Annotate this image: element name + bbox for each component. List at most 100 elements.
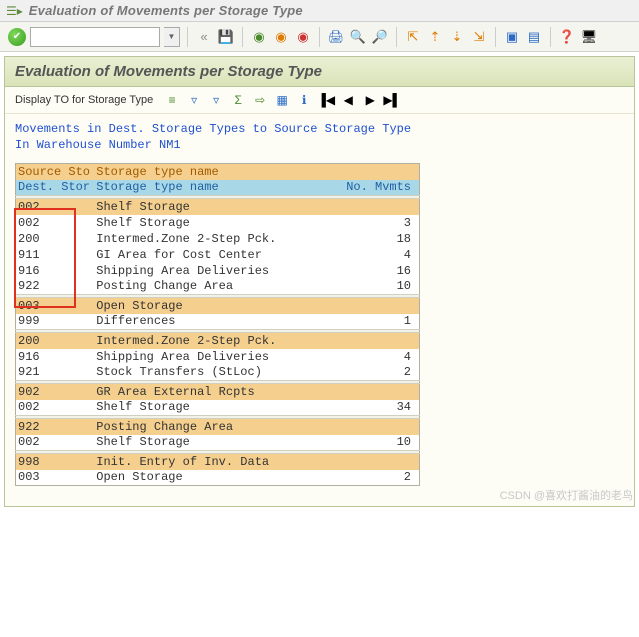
row-code: 922 <box>16 279 95 295</box>
nav-last-icon[interactable]: ▶▌ <box>383 91 401 109</box>
sort-asc-icon[interactable]: ▿ <box>185 91 203 109</box>
row-mvmts: 4 <box>337 247 420 263</box>
row-name: Open Storage <box>94 470 336 486</box>
nav-first-icon[interactable]: ▐◀ <box>317 91 335 109</box>
content-frame: Evaluation of Movements per Storage Type… <box>4 56 635 507</box>
prev-page-icon[interactable]: ⇡ <box>426 28 444 46</box>
row-code: 916 <box>16 263 95 279</box>
row-code: 003 <box>16 470 95 486</box>
group-header-row: 002Shelf Storage <box>16 199 420 215</box>
table-row[interactable]: 911GI Area for Cost Center4 <box>16 247 420 263</box>
sort-desc-icon[interactable]: ▿ <box>207 91 225 109</box>
find-next-icon[interactable]: 🔎 <box>371 28 389 46</box>
app-toolbar: ✔ ▼ « 💾 ◉ ◉ ◉ 🖨 🔍 🔎 ⇱ ⇡ ⇣ ⇲ ▣ ▤ ❓ 🖥 <box>0 22 639 52</box>
group-code: 200 <box>16 333 95 349</box>
nav-next-icon[interactable]: ▶ <box>361 91 379 109</box>
table-row[interactable]: 999Differences1 <box>16 314 420 330</box>
command-dropdown-icon[interactable]: ▼ <box>164 27 180 47</box>
table-row[interactable]: 916Shipping Area Deliveries4 <box>16 349 420 365</box>
col-dst-code: Dest. Stor <box>16 180 95 196</box>
layout-icon[interactable]: 🖥 <box>580 28 598 46</box>
table-row[interactable]: 002Shelf Storage34 <box>16 400 420 416</box>
info-line1: Movements in Dest. Storage Types to Sour… <box>15 122 624 138</box>
group-name: Init. Entry of Inv. Data <box>94 454 336 470</box>
back-double-icon[interactable]: « <box>195 28 213 46</box>
row-name: Shipping Area Deliveries <box>94 349 336 365</box>
window-titlebar: ☰▸ Evaluation of Movements per Storage T… <box>0 0 639 22</box>
row-code: 002 <box>16 435 95 451</box>
group-header-row: 998Init. Entry of Inv. Data <box>16 454 420 470</box>
help-icon[interactable]: ❓ <box>558 28 576 46</box>
next-page-icon[interactable]: ⇣ <box>448 28 466 46</box>
row-mvmts: 16 <box>337 263 420 279</box>
row-mvmts: 10 <box>337 435 420 451</box>
row-mvmts: 3 <box>337 215 420 231</box>
group-name: GR Area External Rcpts <box>94 384 336 400</box>
row-name: Stock Transfers (StLoc) <box>94 365 336 381</box>
command-field[interactable] <box>30 27 160 47</box>
select-layout-icon[interactable]: ▦ <box>273 91 291 109</box>
watermark: CSDN @喜欢打酱油的老鸟 <box>500 487 633 503</box>
find-icon[interactable]: 🔍 <box>349 28 367 46</box>
details-icon[interactable]: ≡ <box>163 91 181 109</box>
row-name: Shipping Area Deliveries <box>94 263 336 279</box>
separator <box>550 27 551 47</box>
group-code: 003 <box>16 298 95 314</box>
col-header-source: Source Sto Storage type name <box>16 164 420 180</box>
group-code: 902 <box>16 384 95 400</box>
window-title: Evaluation of Movements per Storage Type <box>29 3 303 18</box>
group-code: 922 <box>16 419 95 435</box>
group-name: Posting Change Area <box>94 419 336 435</box>
row-name: Differences <box>94 314 336 330</box>
report-body: Source Sto Storage type name Dest. Stor … <box>5 157 634 506</box>
enter-icon[interactable]: ✔ <box>8 28 26 46</box>
group-code: 002 <box>16 199 95 215</box>
table-row[interactable]: 002Shelf Storage3 <box>16 215 420 231</box>
cancel-icon[interactable]: ◉ <box>294 28 312 46</box>
report-toolbar: Display TO for Storage Type ≡ ▿ ▿ Σ ⇨ ▦ … <box>5 87 634 114</box>
separator <box>187 27 188 47</box>
group-header-row: 902GR Area External Rcpts <box>16 384 420 400</box>
sum-icon[interactable]: Σ <box>229 91 247 109</box>
print-icon[interactable]: 🖨 <box>327 28 345 46</box>
group-name: Open Storage <box>94 298 336 314</box>
separator <box>242 27 243 47</box>
row-mvmts: 34 <box>337 400 420 416</box>
new-session-icon[interactable]: ▣ <box>503 28 521 46</box>
row-name: Shelf Storage <box>94 400 336 416</box>
table-row[interactable]: 002Shelf Storage10 <box>16 435 420 451</box>
group-code: 998 <box>16 454 95 470</box>
row-code: 916 <box>16 349 95 365</box>
row-mvmts: 2 <box>337 470 420 486</box>
table-row[interactable]: 200Intermed.Zone 2-Step Pck.18 <box>16 231 420 247</box>
first-page-icon[interactable]: ⇱ <box>404 28 422 46</box>
row-mvmts: 2 <box>337 365 420 381</box>
display-to-label: Display TO for Storage Type <box>15 94 153 106</box>
exit-icon[interactable]: ◉ <box>272 28 290 46</box>
row-mvmts: 10 <box>337 279 420 295</box>
col-src-name: Storage type name <box>94 164 336 180</box>
page-title: Evaluation of Movements per Storage Type <box>15 63 322 80</box>
export-icon[interactable]: ⇨ <box>251 91 269 109</box>
menu-icon[interactable]: ☰▸ <box>6 4 23 18</box>
info-icon[interactable]: ℹ <box>295 91 313 109</box>
table-row[interactable]: 921Stock Transfers (StLoc)2 <box>16 365 420 381</box>
save-icon[interactable]: 💾 <box>217 28 235 46</box>
table-row[interactable]: 922Posting Change Area10 <box>16 279 420 295</box>
separator <box>495 27 496 47</box>
nav-prev-icon[interactable]: ◀ <box>339 91 357 109</box>
shortcut-icon[interactable]: ▤ <box>525 28 543 46</box>
row-mvmts: 4 <box>337 349 420 365</box>
separator <box>319 27 320 47</box>
page-header: Evaluation of Movements per Storage Type <box>5 57 634 87</box>
row-code: 921 <box>16 365 95 381</box>
table-row[interactable]: 916Shipping Area Deliveries16 <box>16 263 420 279</box>
table-row[interactable]: 003Open Storage2 <box>16 470 420 486</box>
group-header-row: 922Posting Change Area <box>16 419 420 435</box>
last-page-icon[interactable]: ⇲ <box>470 28 488 46</box>
row-code: 002 <box>16 400 95 416</box>
back-icon[interactable]: ◉ <box>250 28 268 46</box>
row-code: 200 <box>16 231 95 247</box>
row-name: Shelf Storage <box>94 215 336 231</box>
row-name: Posting Change Area <box>94 279 336 295</box>
